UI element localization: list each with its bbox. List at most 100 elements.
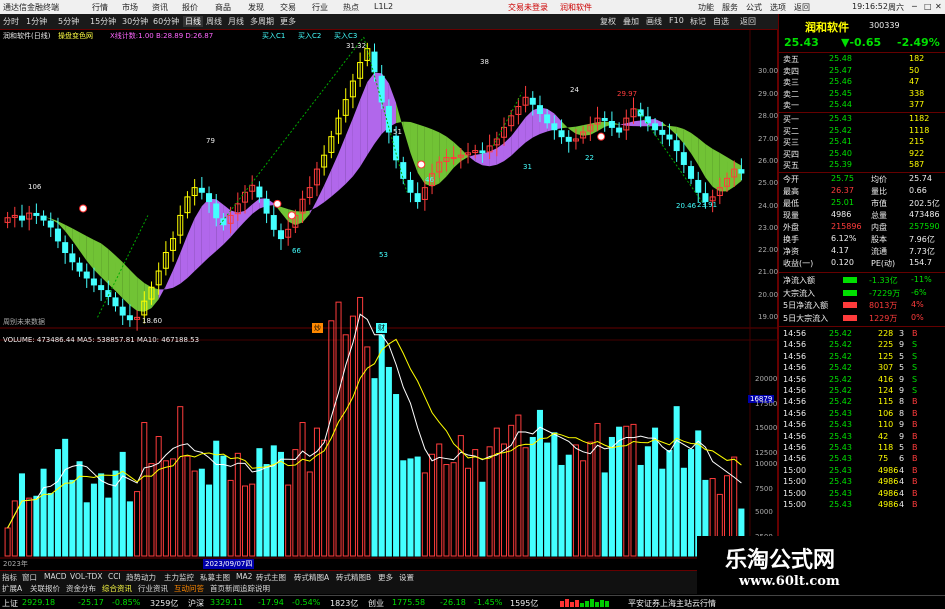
flow-pct: -6%: [911, 287, 927, 297]
server-name[interactable]: 平安证券上海主站云行情: [628, 598, 716, 609]
signal-band-segment: [180, 234, 188, 284]
stat-label: 最高: [783, 187, 799, 196]
tick-count: 9: [899, 340, 905, 350]
period-1min[interactable]: 1分钟: [26, 16, 47, 27]
volume-bar: [249, 483, 256, 557]
period-30min[interactable]: 30分钟: [122, 16, 148, 27]
watchlist-button[interactable]: 自选: [713, 16, 729, 27]
close-icon[interactable]: ✕: [935, 2, 942, 11]
volume-bar: [644, 446, 651, 557]
bid-volume: 922: [909, 148, 925, 158]
tick-time: 14:56: [783, 443, 807, 452]
candle-body: [277, 230, 284, 240]
menu-item-hot[interactable]: 热点: [343, 2, 359, 13]
price-tick: 19.00: [758, 313, 779, 321]
tick-count: 9: [899, 431, 905, 441]
volume-bar: [134, 491, 141, 557]
index-sh-name[interactable]: 上证: [2, 598, 18, 609]
menu-item-market[interactable]: 市场: [122, 2, 138, 13]
index-hs-name[interactable]: 沪深: [188, 598, 204, 609]
stock-code: 300339: [869, 21, 900, 30]
tab-related-quote[interactable]: 关联报价: [30, 583, 60, 594]
signal-band-segment: [338, 135, 346, 191]
candle-body: [616, 127, 623, 133]
index-cy-name[interactable]: 创业: [368, 598, 384, 609]
tab-news-track[interactable]: 首页新闻追踪说明: [210, 583, 270, 594]
marker-cai[interactable]: 财: [376, 323, 387, 333]
mark-button[interactable]: 标记: [690, 16, 706, 27]
period-daily[interactable]: 日线: [183, 16, 203, 27]
signal-band-segment: [446, 136, 454, 177]
tab-macd[interactable]: MACD: [44, 572, 66, 581]
candle-body: [558, 130, 565, 138]
tick-volume: 106: [878, 408, 894, 418]
period-multi[interactable]: 多周期: [250, 16, 274, 27]
price-tick: 30.00: [758, 67, 779, 75]
menu-item-quote[interactable]: 报价: [182, 2, 198, 13]
menu-item-industry[interactable]: 行业: [312, 2, 328, 13]
kline-chart-area[interactable]: 润和软件(日线) 操盘变色网 X线计数:1.00 B:28.89 D:26.87…: [0, 30, 778, 570]
tick-count: 5: [899, 363, 905, 373]
bid-price: 25.43: [829, 114, 852, 123]
signal-band-segment: [503, 136, 512, 162]
menu-item-back[interactable]: 返回: [794, 2, 810, 13]
tick-count: 9: [899, 386, 905, 395]
signal-band-segment: [129, 269, 138, 311]
menu-item-l1l2[interactable]: L1L2: [374, 2, 393, 11]
candle-body: [90, 278, 97, 286]
draw-button[interactable]: 画线: [646, 16, 662, 27]
tab-industry-news[interactable]: 行业资讯: [138, 583, 168, 594]
tab-news[interactable]: 综合资讯: [102, 583, 132, 594]
tab-cci[interactable]: CCI: [108, 572, 121, 581]
back-button[interactable]: 返回: [740, 16, 756, 27]
signal-c3: 买入C3: [334, 32, 358, 40]
trade-login-link[interactable]: 交易未登录: [508, 2, 548, 13]
candle-body: [18, 215, 26, 221]
overlay-button[interactable]: 叠加: [623, 16, 639, 27]
ask-volume: 47: [909, 77, 920, 86]
stat-value: 6.12%: [831, 234, 857, 243]
period-weekly[interactable]: 周线: [206, 16, 222, 27]
menu-item-function[interactable]: 功能: [698, 2, 714, 13]
tab-vol-tdx[interactable]: VOL-TDX: [70, 572, 102, 581]
tab-ma2[interactable]: MA2: [236, 572, 252, 581]
maximize-icon[interactable]: □: [924, 2, 932, 11]
flow-bar: [843, 302, 857, 308]
tab-fund-dist[interactable]: 资金分布: [66, 583, 96, 594]
tick-direction: S: [912, 340, 918, 350]
fuquan-button[interactable]: 复权: [600, 16, 616, 27]
period-tick[interactable]: 分时: [3, 16, 19, 27]
price-tick: 20.00: [758, 291, 779, 299]
stock-link[interactable]: 润和软件: [560, 2, 592, 13]
menu-item-formula[interactable]: 公式: [746, 2, 762, 13]
period-60min[interactable]: 60分钟: [153, 16, 179, 27]
menu-item-trade[interactable]: 交易: [280, 2, 296, 13]
annotation: 66: [292, 247, 301, 255]
price-change: ▼-0.65: [841, 36, 882, 49]
tab-qa[interactable]: 互动问答: [174, 583, 204, 594]
annotation: 23.91: [697, 201, 718, 209]
current-price: 25.43: [784, 36, 819, 49]
menu-item-discover[interactable]: 发现: [248, 2, 264, 13]
ask-label: 卖二: [783, 89, 799, 99]
tab-ext-a[interactable]: 扩展A: [2, 583, 22, 594]
signal-band-segment: [316, 185, 325, 208]
period-monthly[interactable]: 月线: [228, 16, 244, 27]
period-15min[interactable]: 15分钟: [90, 16, 116, 27]
index-cy-pct: -1.45%: [474, 598, 503, 607]
period-more[interactable]: 更多: [280, 16, 296, 27]
menu-item-goods[interactable]: 商品: [215, 2, 231, 13]
menu-item-service[interactable]: 服务: [722, 2, 738, 13]
volume-bar: [479, 481, 486, 557]
tick-time: 15:00: [783, 488, 807, 498]
menu-item-hq[interactable]: 行情: [92, 2, 108, 13]
menu-item-news[interactable]: 资讯: [152, 2, 168, 13]
f10-button[interactable]: F10: [669, 16, 684, 25]
candle-body: [263, 198, 270, 214]
period-5min[interactable]: 5分钟: [58, 16, 79, 27]
marker-chao[interactable]: 炒: [312, 323, 323, 333]
candle-body: [695, 179, 702, 193]
menu-item-options[interactable]: 选项: [770, 2, 786, 13]
candle-body: [393, 135, 400, 161]
minimize-icon[interactable]: ─: [912, 2, 917, 11]
